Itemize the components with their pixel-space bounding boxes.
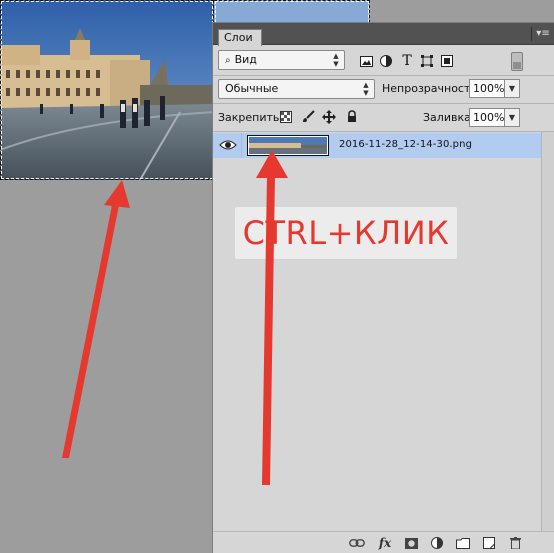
layer-row[interactable]: 2016-11-28_12-14-30.png [213,133,541,158]
panel-bottom-bar: fx [213,531,554,553]
blend-mode-value: Обычные [225,82,279,95]
opacity-label: Непрозрачность: [382,82,481,95]
document-photo[interactable] [0,0,214,180]
filter-row: ⌕ Вид ▲ ▼ T [213,47,554,75]
add-mask-icon[interactable] [403,536,419,550]
layers-scrollbar[interactable] [541,132,554,532]
smart-object-filter-icon[interactable] [438,52,456,70]
search-icon: ⌕ [225,55,231,66]
fx-icon[interactable]: fx [377,536,393,550]
panel-titlebar: Слои ▾≡ [213,23,554,46]
layer-thumbnail[interactable] [247,135,329,156]
eye-separator [241,133,242,158]
fill-input[interactable]: 100% [469,108,505,127]
lock-transparent-icon[interactable] [279,109,293,124]
fill-dropdown-icon[interactable]: ▼ [505,108,520,127]
lock-label: Закрепить: [218,111,284,124]
lock-row: Закрепить: Заливка: 100% ▼ [213,105,554,129]
shape-filter-icon[interactable] [418,52,436,70]
delete-layer-icon[interactable] [507,536,523,550]
layers-panel: Слои ▾≡ ⌕ Вид ▲ ▼ T Обычные ▲ ▼ Непрозрачно… [212,22,554,553]
filter-kind-select[interactable]: ⌕ Вид ▲ ▼ [218,50,345,70]
lock-all-icon[interactable] [345,109,359,124]
annotation-box: CTRL+КЛИК [235,207,457,259]
link-layers-icon[interactable] [349,536,365,550]
filter-toggle-switch[interactable] [511,52,523,71]
image-filter-icon[interactable] [357,52,375,70]
layers-list[interactable] [213,132,541,532]
new-group-icon[interactable] [455,536,471,550]
selection-marquee [0,0,214,180]
select-arrows-icon: ▲ ▼ [363,81,369,97]
type-filter-icon[interactable]: T [398,52,416,70]
blend-mode-select[interactable]: Обычные ▲ ▼ [218,79,375,99]
filter-kind-label: Вид [234,53,257,66]
lock-move-icon[interactable] [322,109,336,124]
adjustment-layer-icon[interactable] [429,536,445,550]
layer-name[interactable]: 2016-11-28_12-14-30.png [339,139,472,150]
lock-paint-icon[interactable] [301,109,315,124]
panel-menu-separator [531,27,532,41]
divider [213,75,554,76]
divider [213,103,554,104]
select-arrows-icon: ▲ ▼ [333,52,339,68]
adjustment-filter-icon[interactable] [377,52,395,70]
visibility-eye-icon[interactable] [219,139,237,151]
new-layer-icon[interactable] [481,536,497,550]
opacity-input[interactable]: 100% [469,79,505,98]
annotation-text: CTRL+КЛИК [242,214,450,252]
fill-label: Заливка: [423,111,475,124]
blend-row: Обычные ▲ ▼ Непрозрачность: 100% ▼ [213,77,554,101]
opacity-dropdown-icon[interactable]: ▼ [505,79,520,98]
tab-layers[interactable]: Слои [218,29,262,46]
panel-menu-icon[interactable]: ▾≡ [536,28,550,40]
